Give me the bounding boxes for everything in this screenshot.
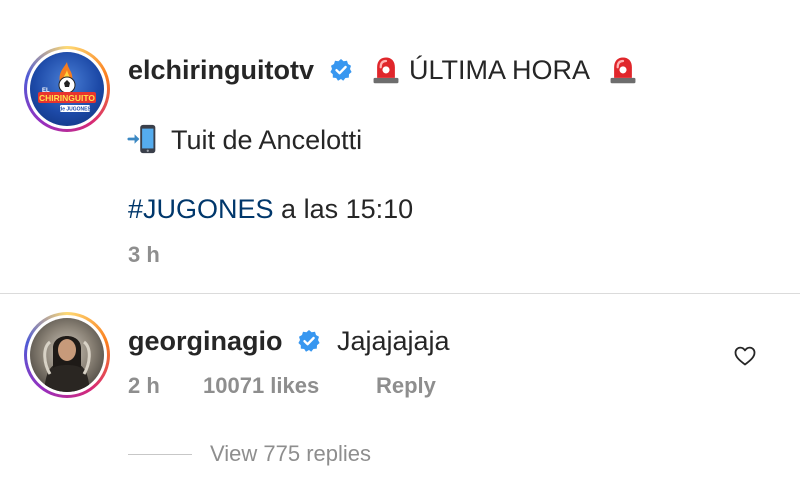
post-caption: CHIRINGUITO EL de JUGONES elchiringuitot… — [0, 0, 800, 292]
post-timestamp: 3 h — [128, 242, 160, 267]
replies-divider-line — [128, 454, 192, 455]
user-photo-icon — [30, 318, 104, 392]
post-author-avatar[interactable]: CHIRINGUITO EL de JUGONES — [24, 46, 110, 132]
reply-button[interactable]: Reply — [376, 373, 436, 399]
comment-timestamp: 2 h — [128, 373, 160, 398]
comment-author-avatar[interactable] — [24, 312, 110, 398]
hashtag-link[interactable]: #JUGONES — [128, 194, 274, 224]
post-line-tweet: Tuit de Ancelotti — [171, 125, 363, 155]
comment-text: Jajajajaja — [337, 326, 450, 356]
verified-badge-icon — [330, 59, 352, 81]
police-siren-emoji — [373, 57, 399, 84]
post-headline: ÚLTIMA HORA — [409, 55, 591, 85]
view-replies-button[interactable]: View 775 replies — [210, 441, 371, 467]
post-username[interactable]: elchiringuitotv — [128, 55, 314, 86]
svg-text:de JUGONES: de JUGONES — [59, 107, 91, 113]
police-siren-emoji — [610, 57, 636, 84]
svg-text:EL: EL — [42, 88, 50, 94]
comment-likes[interactable]: 10071 likes — [203, 373, 319, 399]
mobile-phone-arrow-emoji — [127, 124, 156, 154]
post-line-hashtag: #JUGONES a las 15:10 — [128, 194, 413, 225]
hashtag-suffix: a las 15:10 — [273, 194, 414, 224]
divider — [0, 293, 800, 294]
comment-username[interactable]: georginagio — [128, 326, 283, 357]
verified-badge-icon — [298, 330, 320, 352]
heart-outline-icon[interactable] — [733, 344, 757, 368]
chiringuito-logo-icon: CHIRINGUITO EL de JUGONES — [30, 52, 104, 126]
svg-text:CHIRINGUITO: CHIRINGUITO — [39, 93, 95, 103]
